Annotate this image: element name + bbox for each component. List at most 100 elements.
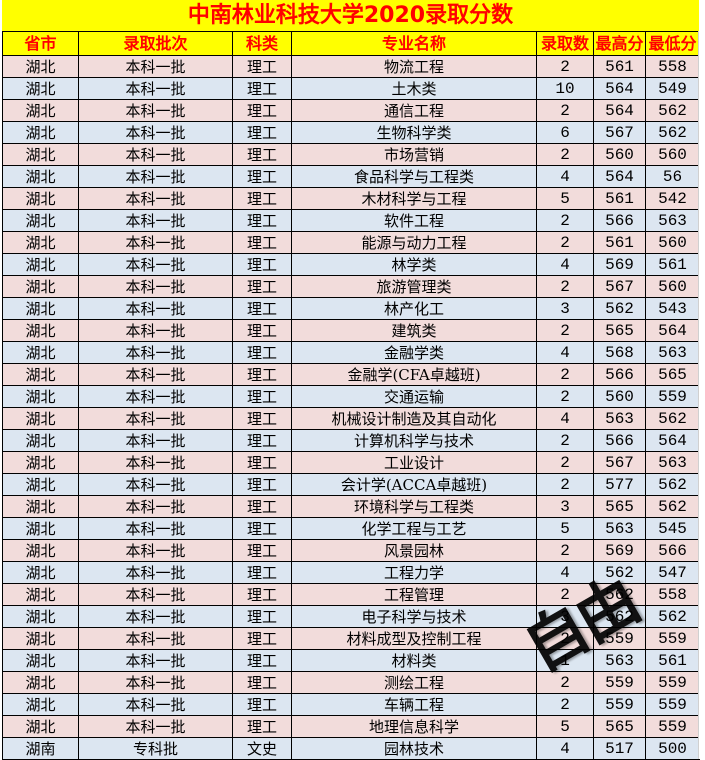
cell-count[interactable]: 2 (536, 539, 594, 562)
cell-province[interactable]: 湖北 (2, 693, 79, 716)
cell-count[interactable]: 4 (536, 341, 594, 364)
cell-min-score[interactable]: 565 (645, 363, 700, 386)
cell-batch[interactable]: 本科一批 (78, 319, 233, 342)
cell-category[interactable]: 理工 (232, 649, 292, 672)
cell-count[interactable]: 5 (536, 187, 594, 210)
cell-count[interactable]: 5 (536, 715, 594, 738)
cell-batch[interactable]: 本科一批 (78, 473, 233, 496)
cell-min-score[interactable]: 562 (645, 121, 700, 144)
cell-max-score[interactable]: 566 (593, 429, 646, 452)
cell-count[interactable]: 10 (536, 77, 594, 100)
header-min-score[interactable]: 最低分 (645, 31, 700, 56)
cell-category[interactable]: 理工 (232, 517, 292, 540)
header-category[interactable]: 科类 (232, 31, 292, 56)
cell-batch[interactable]: 本科一批 (78, 451, 233, 474)
cell-category[interactable]: 理工 (232, 77, 292, 100)
cell-max-score[interactable]: 565 (593, 319, 646, 342)
header-batch[interactable]: 录取批次 (78, 31, 233, 56)
cell-min-score[interactable]: 56 (645, 165, 700, 188)
cell-min-score[interactable]: 563 (645, 451, 700, 474)
cell-category[interactable]: 理工 (232, 605, 292, 628)
cell-major[interactable]: 计算机科学与技术 (291, 429, 537, 452)
cell-min-score[interactable]: 559 (645, 385, 700, 408)
cell-max-score[interactable]: 564 (593, 99, 646, 122)
cell-batch[interactable]: 本科一批 (78, 715, 233, 738)
cell-category[interactable]: 理工 (232, 583, 292, 606)
cell-max-score[interactable]: 564 (593, 77, 646, 100)
cell-count[interactable]: 2 (536, 451, 594, 474)
cell-min-score[interactable]: 563 (645, 209, 700, 232)
cell-province[interactable]: 湖北 (2, 253, 79, 276)
header-province[interactable]: 省市 (2, 31, 79, 56)
cell-max-score[interactable]: 563 (593, 649, 646, 672)
cell-max-score[interactable]: 559 (593, 627, 646, 650)
cell-count[interactable]: 2 (536, 583, 594, 606)
cell-province[interactable]: 湖北 (2, 55, 79, 78)
cell-major[interactable]: 金融学(CFA卓越班) (291, 363, 537, 386)
cell-major[interactable]: 市场营销 (291, 143, 537, 166)
cell-batch[interactable]: 本科一批 (78, 627, 233, 650)
cell-batch[interactable]: 本科一批 (78, 341, 233, 364)
cell-min-score[interactable]: 560 (645, 275, 700, 298)
cell-min-score[interactable]: 564 (645, 429, 700, 452)
cell-batch[interactable]: 本科一批 (78, 671, 233, 694)
cell-min-score[interactable]: 549 (645, 77, 700, 100)
cell-major[interactable]: 木材科学与工程 (291, 187, 537, 210)
cell-count[interactable]: 3 (536, 605, 594, 628)
cell-category[interactable]: 理工 (232, 209, 292, 232)
cell-max-score[interactable]: 567 (593, 121, 646, 144)
cell-max-score[interactable]: 561 (593, 231, 646, 254)
cell-category[interactable]: 理工 (232, 385, 292, 408)
cell-batch[interactable]: 本科一批 (78, 297, 233, 320)
cell-major[interactable]: 林产化工 (291, 297, 537, 320)
cell-province[interactable]: 湖北 (2, 209, 79, 232)
cell-count[interactable]: 2 (536, 99, 594, 122)
cell-category[interactable]: 理工 (232, 363, 292, 386)
cell-province[interactable]: 湖北 (2, 143, 79, 166)
cell-count[interactable]: 4 (536, 253, 594, 276)
cell-max-score[interactable]: 568 (593, 341, 646, 364)
cell-batch[interactable]: 本科一批 (78, 693, 233, 716)
cell-min-score[interactable]: 542 (645, 187, 700, 210)
cell-category[interactable]: 理工 (232, 55, 292, 78)
cell-province[interactable]: 湖北 (2, 341, 79, 364)
cell-batch[interactable]: 本科一批 (78, 209, 233, 232)
cell-batch[interactable]: 本科一批 (78, 143, 233, 166)
cell-max-score[interactable]: 563 (593, 407, 646, 430)
cell-category[interactable]: 理工 (232, 561, 292, 584)
cell-count[interactable]: 3 (536, 495, 594, 518)
cell-min-score[interactable]: 560 (645, 231, 700, 254)
cell-min-score[interactable]: 562 (645, 407, 700, 430)
cell-batch[interactable]: 本科一批 (78, 121, 233, 144)
cell-batch[interactable]: 本科一批 (78, 253, 233, 276)
cell-category[interactable]: 文史 (232, 737, 292, 760)
cell-category[interactable]: 理工 (232, 671, 292, 694)
cell-province[interactable]: 湖北 (2, 649, 79, 672)
cell-batch[interactable]: 本科一批 (78, 165, 233, 188)
cell-category[interactable]: 理工 (232, 187, 292, 210)
cell-max-score[interactable]: 560 (593, 143, 646, 166)
cell-count[interactable]: 2 (536, 671, 594, 694)
cell-major[interactable]: 电子科学与技术 (291, 605, 537, 628)
cell-count[interactable]: 2 (536, 363, 594, 386)
cell-province[interactable]: 湖北 (2, 187, 79, 210)
cell-province[interactable]: 湖北 (2, 451, 79, 474)
cell-major[interactable]: 物流工程 (291, 55, 537, 78)
cell-province[interactable]: 湖北 (2, 473, 79, 496)
cell-max-score[interactable]: 567 (593, 451, 646, 474)
cell-max-score[interactable]: 559 (593, 671, 646, 694)
cell-province[interactable]: 湖北 (2, 517, 79, 540)
cell-min-score[interactable]: 562 (645, 99, 700, 122)
cell-count[interactable]: 3 (536, 297, 594, 320)
cell-min-score[interactable]: 559 (645, 627, 700, 650)
cell-province[interactable]: 湖北 (2, 165, 79, 188)
cell-count[interactable]: 2 (536, 55, 594, 78)
cell-category[interactable]: 理工 (232, 539, 292, 562)
cell-major[interactable]: 交通运输 (291, 385, 537, 408)
cell-province[interactable]: 湖北 (2, 627, 79, 650)
cell-max-score[interactable]: 565 (593, 495, 646, 518)
cell-count[interactable]: 2 (536, 429, 594, 452)
cell-province[interactable]: 湖北 (2, 715, 79, 738)
cell-category[interactable]: 理工 (232, 693, 292, 716)
cell-batch[interactable]: 专科批 (78, 737, 233, 760)
